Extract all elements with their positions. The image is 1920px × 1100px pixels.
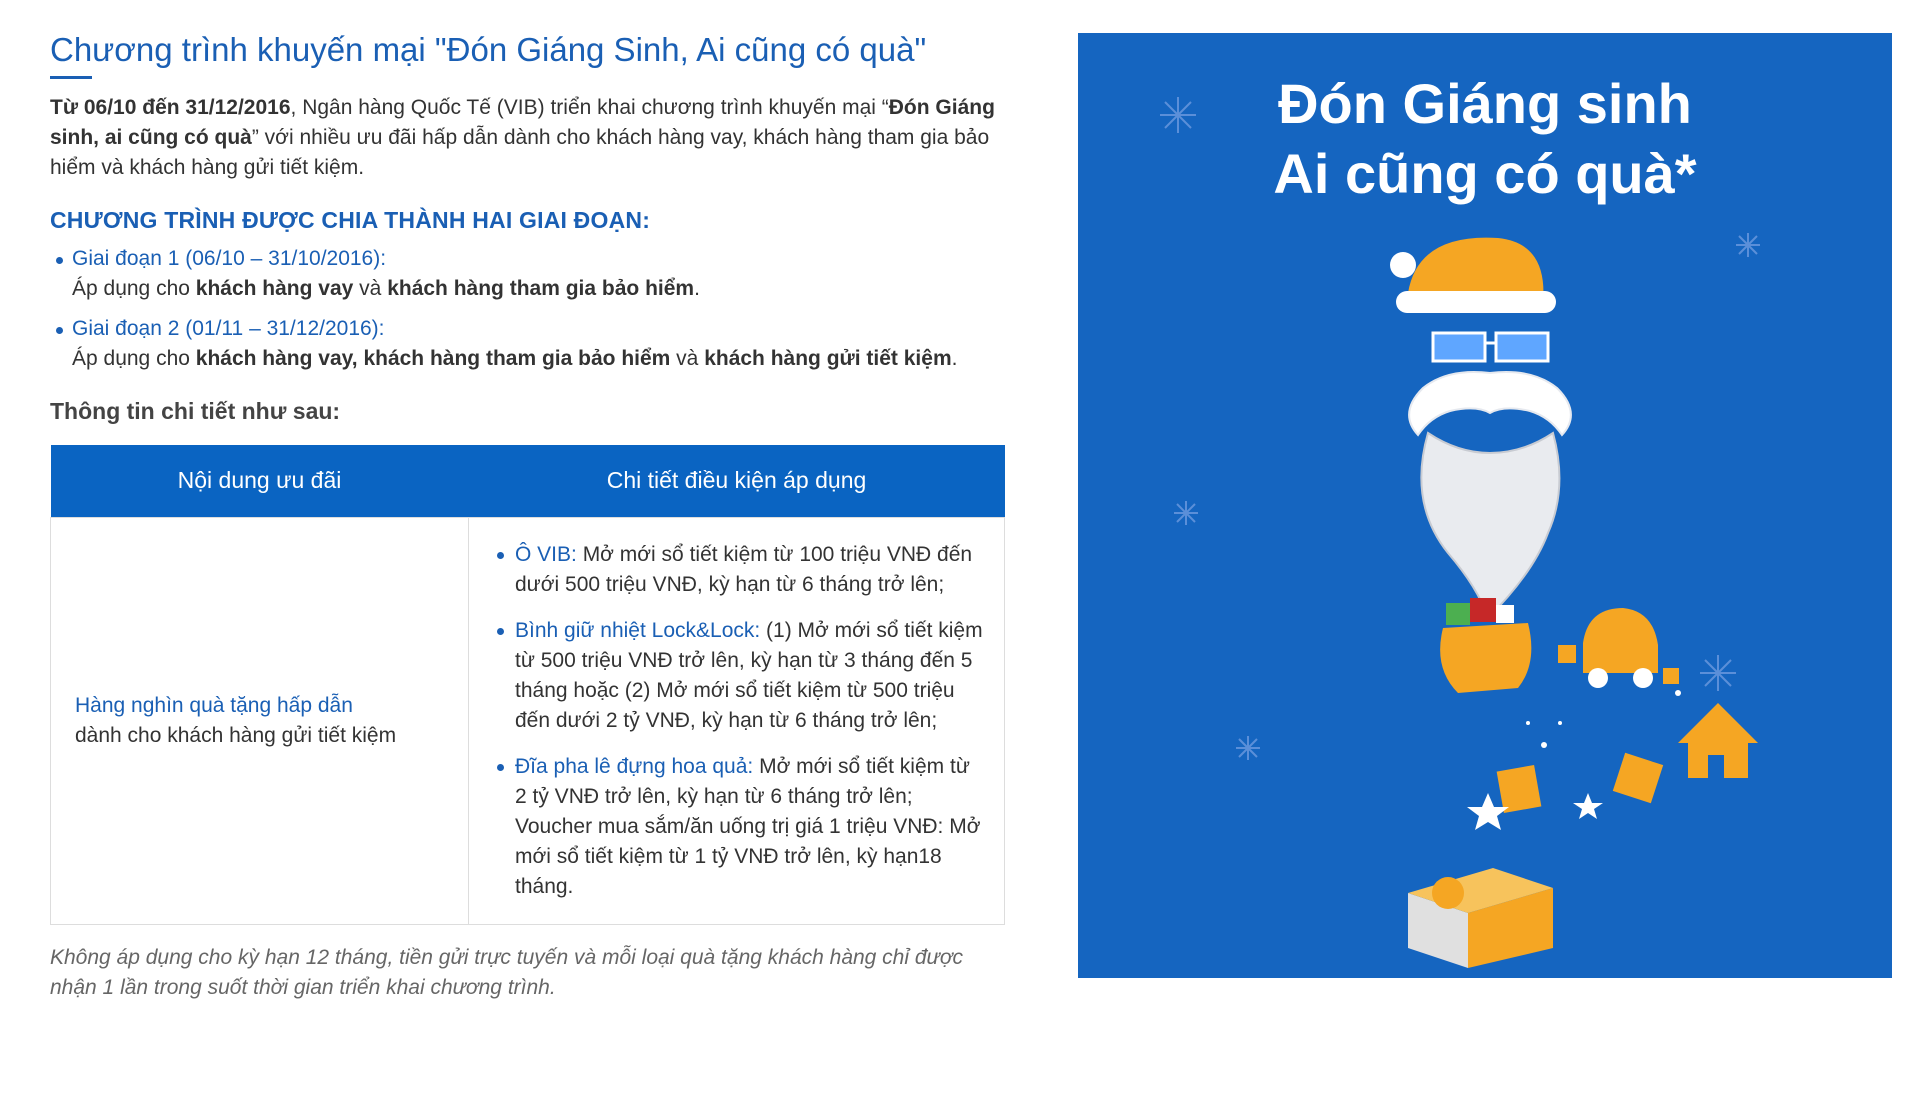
star-icon bbox=[1467, 690, 1681, 830]
bullet-icon bbox=[56, 327, 63, 334]
glasses-icon bbox=[1431, 331, 1550, 363]
footnote: Không áp dụng cho kỳ hạn 12 tháng, tiền … bbox=[50, 945, 964, 999]
gift-sack-icon bbox=[1440, 598, 1532, 693]
article: Chương trình khuyến mại "Đón Giáng Sinh,… bbox=[50, 28, 1005, 1003]
banner-title-line-2: Ai cũng có quà* bbox=[1273, 142, 1697, 205]
phase-2-description: Áp dụng cho khách hàng vay, khách hàng t… bbox=[72, 347, 958, 370]
big-gift-box-icon bbox=[1408, 868, 1553, 968]
offer-name-cell: Hàng nghìn quà tặng hấp dẫn dành cho khá… bbox=[50, 516, 469, 925]
offer-subtitle: dành cho khách hàng gửi tiết kiệm bbox=[75, 723, 397, 747]
mustache-icon bbox=[1408, 371, 1572, 437]
gift-label: Đĩa pha lê đựng hoa quả: bbox=[515, 754, 754, 778]
table-header-offer: Nội dung ưu đãi bbox=[50, 445, 469, 517]
intro-date-range: Từ 06/10 đến 31/12/2016 bbox=[50, 96, 291, 119]
phase-1: Giai đoạn 1 (06/10 – 31/10/2016): Áp dụn… bbox=[50, 244, 1005, 304]
offer-table: Nội dung ưu đãi Chi tiết điều kiện áp dụ… bbox=[50, 445, 1005, 925]
intro-paragraph: Từ 06/10 đến 31/12/2016, Ngân hàng Quốc … bbox=[50, 93, 1005, 183]
page: Chương trình khuyến mại "Đón Giáng Sinh,… bbox=[0, 0, 1920, 1100]
page-title: Chương trình khuyến mại "Đón Giáng Sinh,… bbox=[50, 31, 927, 68]
gift-label: Ô VIB: bbox=[515, 542, 577, 566]
beard-icon bbox=[1420, 431, 1561, 620]
table-row: Hàng nghìn quà tặng hấp dẫn dành cho khá… bbox=[50, 516, 1005, 925]
table-header-row: Nội dung ưu đãi Chi tiết điều kiện áp dụ… bbox=[50, 445, 1005, 517]
list-item: Đĩa pha lê đựng hoa quả: Mở mới sổ tiết … bbox=[493, 752, 984, 902]
bullet-icon bbox=[497, 763, 504, 771]
banner-title-line-1: Đón Giáng sinh bbox=[1278, 72, 1692, 135]
phase-1-title: Giai đoạn 1 (06/10 – 31/10/2016): bbox=[72, 247, 387, 270]
details-heading: Thông tin chi tiết như sau: bbox=[50, 398, 341, 424]
offer-title: Hàng nghìn quà tặng hấp dẫn bbox=[75, 693, 353, 717]
gift-label: Bình giữ nhiệt Lock&Lock: bbox=[515, 618, 761, 642]
offer-details-cell: Ô VIB: Mở mới sổ tiết kiệm từ 100 triệu … bbox=[468, 516, 1005, 925]
bullet-icon bbox=[497, 551, 504, 559]
gift-condition: Mở mới sổ tiết kiệm từ 100 triệu VNĐ đến… bbox=[515, 542, 973, 596]
phase-2: Giai đoạn 2 (01/11 – 31/12/2016): Áp dụn… bbox=[50, 314, 1005, 374]
toy-car-icon bbox=[1583, 608, 1658, 688]
list-item: Bình giữ nhiệt Lock&Lock: (1) Mở mới sổ … bbox=[493, 616, 984, 736]
intro-text-1: , Ngân hàng Quốc Tế (VIB) triển khai chư… bbox=[290, 96, 889, 119]
bullet-icon bbox=[56, 257, 63, 264]
banner-title: Đón Giáng sinh Ai cũng có quà* bbox=[1078, 69, 1892, 209]
house-icon bbox=[1678, 703, 1758, 778]
bullet-icon bbox=[497, 627, 504, 635]
phase-1-description: Áp dụng cho khách hàng vay và khách hàng… bbox=[72, 277, 700, 300]
phase-2-title: Giai đoạn 2 (01/11 – 31/12/2016): bbox=[72, 317, 385, 340]
table-header-conditions: Chi tiết điều kiện áp dụng bbox=[468, 445, 1005, 517]
promo-banner: Đón Giáng sinh Ai cũng có quà* bbox=[1078, 33, 1892, 978]
title-underline bbox=[50, 76, 92, 79]
phases-heading: CHƯƠNG TRÌNH ĐƯỢC CHIA THÀNH HAI GIAI ĐO… bbox=[50, 207, 651, 233]
santa-hat-icon bbox=[1390, 237, 1556, 313]
list-item: Ô VIB: Mở mới sổ tiết kiệm từ 100 triệu … bbox=[493, 540, 984, 600]
